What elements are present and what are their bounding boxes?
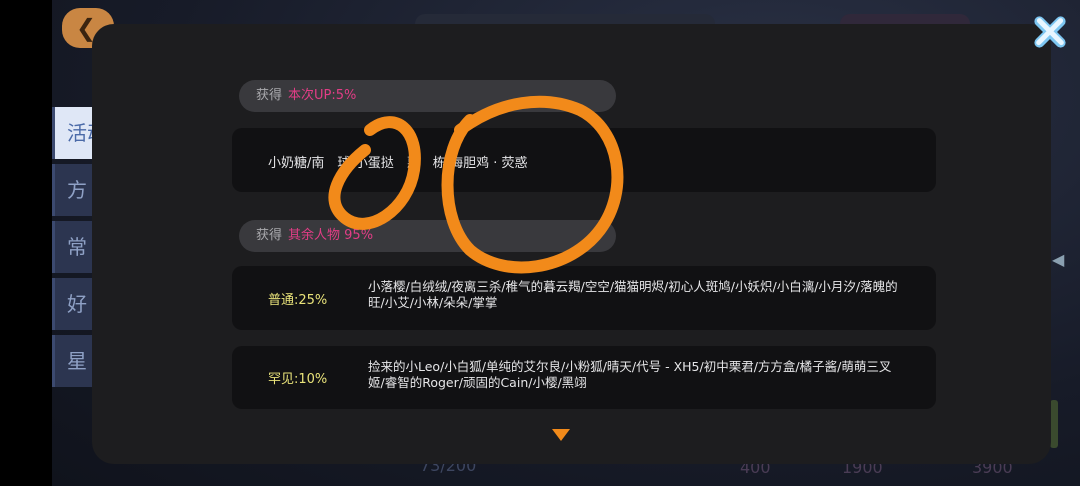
close-button[interactable] [1027,10,1073,54]
side-tab-5[interactable]: 星 [52,335,92,387]
side-tab-activity[interactable]: 活动 [52,107,92,159]
up-rate-text: 本次UP:5% [288,88,357,103]
side-tab-4[interactable]: 好 [52,278,92,330]
tier-names-common: 小落樱/白绒绒/夜离三杀/稚气的暮云羯/空空/猫猫明烬/初心人斑鸠/小妖炽/小白… [368,279,898,310]
tier-box-common: 普通:25% 小落樱/白绒绒/夜离三杀/稚气的暮云羯/空空/猫猫明烬/初心人斑鸠… [232,266,936,330]
tier-box-rare: 罕见:10% 捡来的小Leo/小白狐/单纯的艾尔良/小粉狐/晴天/代号 - XH… [232,346,936,409]
up-section-label: 获得 [256,88,283,103]
tier-label-rare: 罕见:10% [268,372,328,387]
other-section-header: 获得 其余人物 95% [239,220,616,252]
tier-names-rare: 捡来的小Leo/小白狐/单纯的艾尔良/小粉狐/晴天/代号 - XH5/初中栗君/… [368,359,892,390]
chevron-down-icon[interactable] [552,429,570,441]
up-section-header: 获得 本次UP:5% [239,80,616,112]
side-arrow-icon: ◀ [1052,250,1065,269]
side-tab-3[interactable]: 常 [52,221,92,273]
up-characters-box: 小奶糖/南 球/小蛋挞 惠 栋/海胆鸡 · 荧惑 [232,128,936,192]
left-black-bar [0,0,52,486]
other-rate-text: 其余人物 95% [288,228,374,243]
close-x-icon [1034,16,1066,48]
side-tab-list: 活动 方 常 好 星 [52,107,92,392]
other-section-label: 获得 [256,228,283,243]
side-gauge [1050,400,1058,448]
tier-label-common: 普通:25% [268,293,328,308]
probability-modal: 获得 本次UP:5% 小奶糖/南 球/小蛋挞 惠 栋/海胆鸡 · 荧惑 获得 其余人… [92,24,1051,464]
side-tab-2[interactable]: 方 [52,164,92,216]
up-character-names: 小奶糖/南 球/小蛋挞 惠 栋/海胆鸡 · 荧惑 [268,156,528,171]
